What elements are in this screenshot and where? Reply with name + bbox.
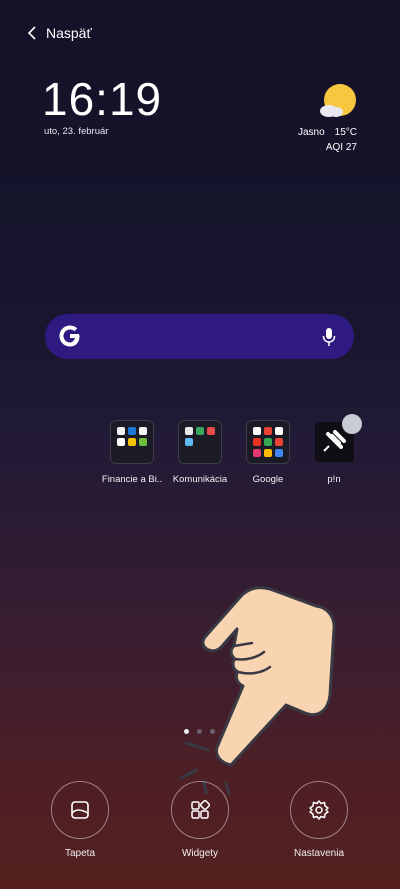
- google-g-icon: [59, 325, 80, 347]
- sun-cloud-icon[interactable]: [318, 84, 358, 120]
- widgets-icon: [191, 799, 211, 819]
- folder-google[interactable]: [246, 420, 290, 464]
- app-label-pin: p!n: [327, 474, 341, 485]
- chevron-left-icon: [27, 26, 36, 40]
- page-dot: [197, 729, 202, 734]
- back-button[interactable]: Naspäť: [26, 25, 92, 41]
- settings-button[interactable]: [290, 781, 348, 839]
- wallpaper-icon: [71, 801, 89, 819]
- weather-condition: Jasno: [297, 127, 325, 138]
- remove-badge[interactable]: [342, 414, 362, 434]
- clock-date: uto, 23. február: [44, 126, 109, 137]
- page-dot-active: [184, 729, 189, 734]
- back-label: Naspäť: [46, 25, 92, 41]
- google-search-bar[interactable]: [45, 314, 354, 359]
- microphone-icon[interactable]: [322, 327, 336, 347]
- pointing-hand-icon: [179, 586, 336, 795]
- folder-komunikacia[interactable]: [178, 420, 222, 464]
- wallpaper-button[interactable]: [51, 781, 109, 839]
- widgets-button[interactable]: [171, 781, 229, 839]
- page-dot: [210, 729, 215, 734]
- wallpaper-label: Tapeta: [64, 848, 96, 859]
- page-indicator: [184, 729, 215, 734]
- clock-time[interactable]: 16:19: [42, 72, 162, 126]
- folder-financie[interactable]: [110, 420, 154, 464]
- weather-aqi: AQI 27: [325, 142, 357, 153]
- weather-temperature: 15°C: [334, 127, 357, 138]
- weather-widget[interactable]: Jasno 15°C AQI 27: [298, 125, 357, 155]
- settings-label: Nastavenia: [293, 848, 345, 859]
- widgets-label: Widgety: [181, 848, 219, 859]
- gear-icon: [309, 800, 329, 820]
